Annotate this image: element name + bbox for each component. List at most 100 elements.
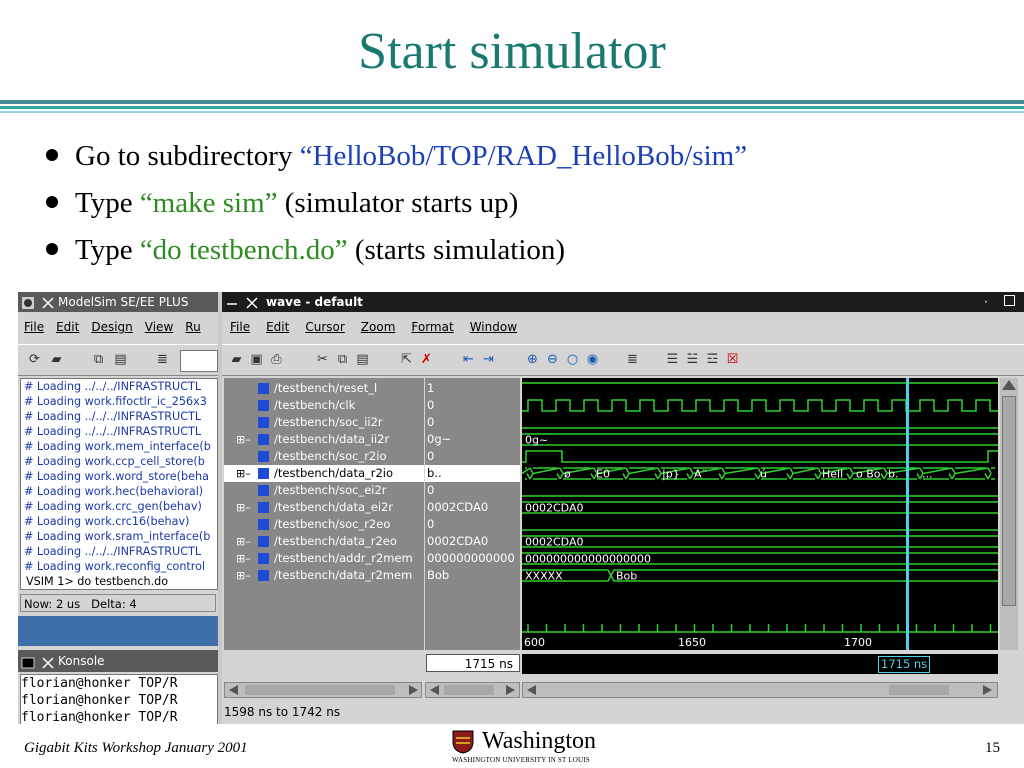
cursor-time-label[interactable]: 1715 ns <box>878 656 931 673</box>
signal-row[interactable]: /testbench/soc_r2io <box>224 448 424 465</box>
signal-value-row[interactable]: 000000000000 <box>425 550 520 567</box>
signal-value-pane[interactable]: 1 0 0 0g~ 0 b.. 0 0002CDA0 0 0002CDA0 000000000000… <box>425 378 520 650</box>
log-line: # Loading work.crc16(behav) <box>24 515 190 528</box>
scroll-thumb[interactable] <box>1002 396 1016 606</box>
signal-row[interactable]: ⊞– /testbench/data_r2eo <box>224 533 424 550</box>
menu-cursor[interactable]: Cursor <box>305 320 344 334</box>
menu-file[interactable]: File <box>24 320 44 334</box>
log-line: # Loading work.mem_interface(b <box>24 440 211 453</box>
restore-icon[interactable]: · <box>984 292 988 312</box>
signal-value-row[interactable]: 1 <box>425 380 520 397</box>
list-down-icon[interactable]: ☲ <box>704 351 721 368</box>
signal-row[interactable]: ⊞– /testbench/data_ii2r <box>224 431 424 448</box>
signal-row[interactable]: /testbench/soc_r2eo <box>224 516 424 533</box>
menu-run[interactable]: Ru <box>185 320 200 334</box>
next-edge-icon[interactable]: ⇥ <box>480 351 497 368</box>
scroll-left-icon[interactable] <box>229 685 238 695</box>
scroll-thumb[interactable] <box>444 685 494 695</box>
paste-icon[interactable]: ▤ <box>354 351 371 368</box>
transcript-log[interactable]: # Loading ../../../INFRASTRUCTL # Loadin… <box>20 378 218 590</box>
print-icon[interactable]: ⎙ <box>268 351 285 368</box>
close-icon[interactable] <box>41 296 55 310</box>
expand-icon[interactable]: ⊞– <box>236 465 251 482</box>
scroll-right-icon[interactable] <box>506 685 515 695</box>
wave-titlebar[interactable]: wave - default · <box>222 292 1024 312</box>
modelsim-titlebar[interactable]: ModelSim SE/EE PLUS <box>18 292 218 312</box>
pointer-icon[interactable]: ⇱ <box>398 351 415 368</box>
menu-view[interactable]: View <box>145 320 173 334</box>
open-folder-icon[interactable]: ▰ <box>228 351 245 368</box>
menu-design[interactable]: Design <box>91 320 132 334</box>
signal-row[interactable]: ⊞– /testbench/addr_r2mem <box>224 550 424 567</box>
find-icon[interactable]: ≣ <box>154 351 171 368</box>
zoom-out-icon[interactable]: ⊖ <box>544 351 561 368</box>
signal-row[interactable]: /testbench/soc_ei2r <box>224 482 424 499</box>
vertical-scrollbar[interactable] <box>1000 378 1018 650</box>
signal-row[interactable]: /testbench/reset_l <box>224 380 424 397</box>
signal-value-row[interactable]: 0 <box>425 448 520 465</box>
signal-pane-scrollbar[interactable] <box>224 682 422 698</box>
signal-row[interactable]: /testbench/soc_ii2r <box>224 414 424 431</box>
scroll-left-icon[interactable] <box>527 685 536 695</box>
waveform-canvas[interactable]: 0g~ ø E0 |p} A¨ ú Hell o Bo b. ... 0002CDA0 0002CDA… <box>522 378 998 650</box>
zoom-in-icon[interactable]: ⊕ <box>524 351 541 368</box>
signal-row[interactable]: ⊞– /testbench/data_r2mem <box>224 567 424 584</box>
menu-file[interactable]: File <box>230 320 250 334</box>
zoom-full-icon[interactable]: ○ <box>564 351 581 368</box>
open-folder-icon[interactable]: ▰ <box>48 351 65 368</box>
save-icon[interactable]: ▣ <box>248 351 265 368</box>
paste-icon[interactable]: ▤ <box>112 351 129 368</box>
find-icon[interactable]: ≣ <box>624 351 641 368</box>
scroll-right-icon[interactable] <box>409 685 418 695</box>
menu-edit[interactable]: Edit <box>266 320 289 334</box>
copy-icon[interactable]: ⧉ <box>90 351 107 368</box>
menu-zoom[interactable]: Zoom <box>361 320 396 334</box>
konsole-titlebar[interactable]: Konsole <box>18 650 218 672</box>
signal-value-row[interactable]: 0 <box>425 482 520 499</box>
zoom-area-icon[interactable]: ◉ <box>584 351 601 368</box>
scroll-right-icon[interactable] <box>983 685 992 695</box>
value-pane-scrollbar[interactable] <box>425 682 520 698</box>
scroll-up-icon[interactable] <box>1002 380 1016 390</box>
signal-value-row[interactable]: 0002CDA0 <box>425 499 520 516</box>
delete-cursor-icon[interactable]: ✗ <box>418 351 435 368</box>
expand-icon[interactable]: ⊞– <box>236 550 251 567</box>
cut-icon[interactable]: ✂ <box>314 351 331 368</box>
list-up-icon[interactable]: ☱ <box>684 351 701 368</box>
signal-row[interactable]: ⊞– /testbench/data_ei2r <box>224 499 424 516</box>
expand-icon[interactable]: ⊞– <box>236 499 251 516</box>
scroll-thumb[interactable] <box>889 685 949 695</box>
menu-format[interactable]: Format <box>411 320 453 334</box>
signal-value-row[interactable]: 0g~ <box>425 431 520 448</box>
previous-edge-icon[interactable]: ⇤ <box>460 351 477 368</box>
scroll-thumb[interactable] <box>245 685 395 695</box>
copy-icon[interactable]: ⧉ <box>334 351 351 368</box>
minimize-icon[interactable] <box>225 296 239 310</box>
scroll-left-icon[interactable] <box>430 685 439 695</box>
menu-window[interactable]: Window <box>470 320 517 334</box>
waveform-pane[interactable]: 0g~ ø E0 |p} A¨ ú Hell o Bo b.... 0002CDA0 0002CDA… <box>522 378 998 650</box>
expand-icon[interactable]: ⊞– <box>236 533 251 550</box>
signal-value-row[interactable]: b.. <box>425 465 520 482</box>
signal-value-row[interactable]: Bob <box>425 567 520 584</box>
menu-edit[interactable]: Edit <box>56 320 79 334</box>
signal-value-row[interactable]: 0 <box>425 516 520 533</box>
signal-value-row[interactable]: 0 <box>425 397 520 414</box>
expand-icon[interactable]: ⊞– <box>236 567 251 584</box>
konsole-terminal[interactable]: florian@honker TOP/R florian@honker TOP/… <box>20 674 218 724</box>
list-delete-icon[interactable]: ☒ <box>724 351 741 368</box>
expand-icon[interactable]: ⊞– <box>236 431 251 448</box>
close-icon[interactable] <box>245 296 259 310</box>
waveform-scrollbar[interactable] <box>522 682 998 698</box>
maximize-icon[interactable] <box>1004 295 1015 306</box>
command-field[interactable] <box>180 350 218 372</box>
signal-row[interactable]: /testbench/clk <box>224 397 424 414</box>
signal-name-pane[interactable]: /testbench/reset_l/testbench/clk/testben… <box>224 378 424 650</box>
signal-value-row[interactable]: 0002CDA0 <box>425 533 520 550</box>
signal-value-row[interactable]: 0 <box>425 414 520 431</box>
load-icon[interactable]: ⟳ <box>26 351 43 368</box>
list-icon[interactable]: ☰ <box>664 351 681 368</box>
signal-row[interactable]: ⊞– /testbench/data_r2io <box>224 465 424 482</box>
close-icon[interactable] <box>41 655 55 669</box>
command-prompt[interactable]: VSIM 1> do testbench.do <box>21 574 217 589</box>
